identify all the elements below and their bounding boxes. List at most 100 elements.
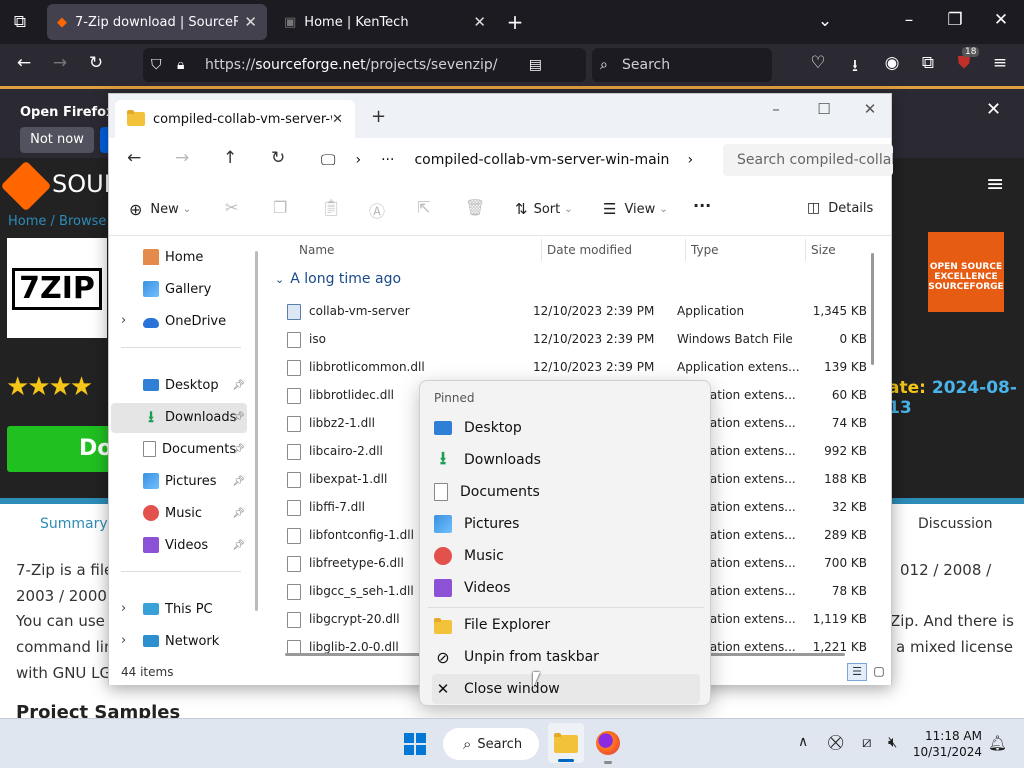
jump-item-videos[interactable]: Videos	[432, 573, 700, 603]
taskbar-clock[interactable]: 11:18 AM 10/31/2024	[912, 728, 982, 760]
browser-tab-kentech[interactable]: ▣ Home | KenTech ✕	[274, 4, 496, 40]
nav-item-this-pc[interactable]: This PC	[143, 595, 247, 623]
lock-icon[interactable]: 🔒︎	[177, 57, 184, 73]
breadcrumb[interactable]: 🖵︎ › ··· compiled-collab-vm-server-win-m…	[321, 144, 733, 176]
taskbar-file-explorer-button[interactable]	[548, 723, 584, 763]
nav-item-music[interactable]: Music 📌︎	[143, 499, 247, 527]
reload-icon[interactable]: ↻	[84, 53, 108, 73]
chevron-right-icon[interactable]: ›	[355, 152, 361, 168]
view-button[interactable]: ☰ View ⌄	[603, 200, 668, 218]
reader-view-icon[interactable]: ▤	[529, 57, 542, 73]
delete-icon[interactable]: 🗑︎	[465, 198, 485, 217]
download-button[interactable]: Do	[7, 426, 115, 472]
pin-icon[interactable]: 📌︎	[232, 380, 245, 391]
url-bar[interactable]: ⛉ 🔒︎ https://sourceforge.net/projects/se…	[143, 48, 586, 82]
chevron-right-icon[interactable]: ›	[687, 152, 693, 168]
close-window-icon[interactable]: ✕	[989, 10, 1013, 30]
group-header[interactable]: ⌄ A long time ago	[275, 271, 401, 287]
rename-icon[interactable]: Ⓐ	[369, 198, 385, 222]
new-tab-icon[interactable]: +	[503, 10, 527, 34]
taskbar-firefox-button[interactable]	[596, 731, 620, 764]
new-tab-icon[interactable]: +	[371, 106, 386, 127]
nav-item-pictures[interactable]: Pictures 📌︎	[143, 467, 247, 495]
minimize-icon[interactable]: –	[897, 10, 921, 30]
nav-scrollbar[interactable]	[255, 251, 258, 611]
pin-icon[interactable]: 📌︎	[232, 508, 245, 519]
column-header-size[interactable]: Size	[811, 243, 836, 257]
nav-item-onedrive[interactable]: OneDrive	[143, 307, 247, 335]
nav-item-documents[interactable]: Documents 📌︎	[143, 435, 247, 463]
breadcrumb-folder[interactable]: compiled-collab-vm-server-win-main	[414, 152, 669, 168]
start-windows-icon[interactable]	[404, 733, 426, 755]
table-row[interactable]: libbrotlicommon.dll 12/10/2023 2:39 PM App…	[287, 353, 877, 381]
expand-chevron-icon[interactable]: ›	[121, 601, 126, 616]
extensions-puzzle-icon[interactable]: ⧉	[916, 53, 940, 73]
ublock-icon[interactable]: ⛊ 18	[952, 47, 980, 73]
account-icon[interactable]: ◉	[880, 53, 904, 73]
hamburger-menu-icon[interactable]: ≡	[988, 53, 1012, 73]
tab-discussion[interactable]: Discussion	[918, 516, 992, 532]
explorer-tab[interactable]: compiled-collab-vm-server-wi ✕	[115, 100, 355, 138]
jump-item-desktop[interactable]: Desktop	[432, 413, 700, 443]
sourceforge-logo-icon[interactable]	[0, 160, 52, 212]
column-header-date[interactable]: Date modified	[547, 243, 632, 257]
nav-item-desktop[interactable]: Desktop 📌︎	[143, 371, 247, 399]
volume-muted-icon[interactable]: 🔇︎	[888, 733, 897, 751]
column-header-type[interactable]: Type	[691, 243, 719, 257]
jump-action-close-window[interactable]: ✕ Close window	[432, 674, 700, 704]
restore-icon[interactable]: ❐	[943, 10, 967, 30]
tiles-view-icon[interactable]: ▢	[871, 663, 887, 681]
jump-item-downloads[interactable]: ⭳ Downloads	[432, 445, 700, 475]
nav-item-network[interactable]: Network	[143, 627, 247, 655]
table-row[interactable]: iso 12/10/2023 2:39 PM Windows Batch File 0…	[287, 325, 877, 353]
pocket-icon[interactable]: ♡	[806, 53, 830, 73]
notification-bell-icon[interactable]: 🔔︎	[988, 734, 1007, 752]
nav-item-videos[interactable]: Videos 📌︎	[143, 531, 247, 559]
nav-item-home[interactable]: Home	[143, 243, 247, 271]
show-hidden-icons-chevron-icon[interactable]: ∧	[798, 734, 808, 750]
copy-icon[interactable]: ❐	[273, 198, 287, 217]
expand-chevron-icon[interactable]: ›	[121, 633, 126, 648]
browser-tab-sourceforge[interactable]: ◆ 7-Zip download | SourceForge.n ✕	[47, 4, 267, 40]
details-button[interactable]: ◫ Details	[807, 200, 873, 216]
maximize-icon[interactable]: ☐	[809, 100, 839, 118]
expand-chevron-icon[interactable]: ›	[121, 313, 126, 328]
jump-item-documents[interactable]: Documents	[432, 477, 700, 507]
jump-action-file-explorer[interactable]: File Explorer	[432, 610, 700, 640]
table-row[interactable]: collab-vm-server 12/10/2023 2:39 PM Applic…	[287, 297, 877, 325]
jump-action-unpin[interactable]: ⊘ Unpin from taskbar	[432, 642, 700, 672]
ellipsis-icon[interactable]: ···	[381, 152, 394, 168]
see-more-button[interactable]: ···	[693, 196, 711, 215]
tab-list-icon[interactable]: ⧉	[8, 12, 32, 32]
jump-item-music[interactable]: Music	[432, 541, 700, 571]
jump-item-pictures[interactable]: Pictures	[432, 509, 700, 539]
nav-item-gallery[interactable]: Gallery	[143, 275, 247, 303]
share-icon[interactable]: ⇱	[417, 198, 430, 217]
sort-button[interactable]: ⇅ Sort ⌄	[515, 200, 573, 218]
nav-item-downloads[interactable]: ⭳ Downloads 📌︎	[143, 403, 247, 431]
monitor-icon[interactable]: 🖵︎	[321, 151, 335, 169]
back-arrow-icon[interactable]: ←	[12, 53, 36, 73]
pin-icon[interactable]: 📌︎	[232, 476, 245, 487]
vertical-scrollbar[interactable]	[871, 253, 874, 365]
forward-arrow-icon[interactable]: →	[175, 148, 189, 168]
pin-icon[interactable]: 📌︎	[232, 444, 245, 455]
close-notification-icon[interactable]: ✕	[986, 99, 1001, 120]
paste-icon[interactable]: 📋︎	[321, 198, 341, 217]
not-now-button[interactable]: Not now	[20, 127, 94, 153]
column-header-name[interactable]: Name	[299, 243, 334, 257]
shield-icon[interactable]: ⛉	[151, 57, 162, 73]
tab-summary[interactable]: Summary	[40, 516, 108, 532]
details-view-icon[interactable]: ☰	[847, 663, 867, 681]
taskbar-search-box[interactable]: ⌕ Search	[443, 728, 539, 760]
minimize-icon[interactable]: –	[761, 100, 791, 118]
refresh-icon[interactable]: ↻	[271, 148, 285, 168]
downloads-arrow-icon[interactable]: ⭳	[843, 53, 867, 82]
cut-icon[interactable]: ✂	[225, 198, 238, 217]
display-icon[interactable]: ⧄	[862, 733, 872, 751]
hamburger-menu-icon[interactable]: ≡	[986, 172, 1004, 197]
close-window-icon[interactable]: ✕	[855, 100, 885, 118]
close-tab-icon[interactable]: ✕	[244, 13, 257, 31]
close-tab-icon[interactable]: ✕	[332, 112, 343, 127]
tab-overflow-chevron-icon[interactable]: ⌄	[813, 11, 837, 31]
